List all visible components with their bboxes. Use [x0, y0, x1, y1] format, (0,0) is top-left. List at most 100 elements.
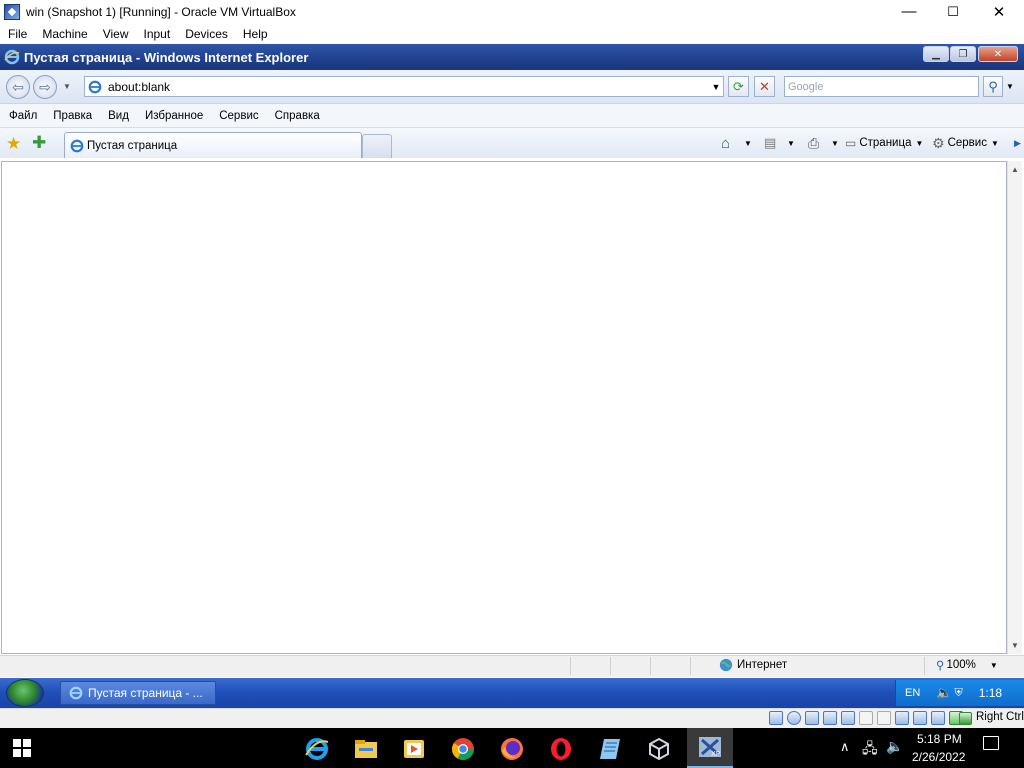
page-menu-button[interactable]: ▭ Страница ▼ [845, 134, 923, 152]
address-input[interactable]: about:blank [108, 80, 709, 94]
taskbar-virtualbox-icon[interactable] [642, 732, 676, 766]
taskbar-internet-explorer-icon[interactable] [300, 732, 334, 766]
taskbar-notepad-icon[interactable] [593, 732, 627, 766]
clipboard-icon[interactable] [913, 711, 927, 725]
feeds-dropdown-icon[interactable]: ▼ [787, 134, 795, 152]
address-dropdown-icon[interactable]: ▼ [709, 82, 723, 92]
usb-icon[interactable] [841, 711, 855, 725]
tray-volume-icon[interactable]: 🔈 [886, 738, 903, 755]
home-icon[interactable]: ⌂ [721, 134, 730, 152]
ie-minimize-button[interactable]: ▁ [923, 46, 949, 62]
ie-menu-tools[interactable]: Сервис [219, 110, 258, 122]
taskbar-chrome-icon[interactable] [446, 732, 480, 766]
scroll-down-icon[interactable]: ▼ [1011, 641, 1019, 650]
vbox-maximize-button[interactable]: ☐ [930, 0, 976, 23]
vbox-menu-input[interactable]: Input [144, 27, 171, 41]
taskbar-opera-icon[interactable] [544, 732, 578, 766]
back-arrow-icon[interactable]: ⇦ [6, 75, 30, 99]
ie-close-button[interactable]: ✕ [978, 46, 1018, 62]
ie-status-bar [0, 655, 1024, 677]
vbox-window-title: win (Snapshot 1) [Running] - Oracle VM V… [26, 4, 296, 19]
tray-network-icon[interactable]: 🖧 [862, 738, 878, 762]
vbox-menu-file[interactable]: File [8, 27, 27, 41]
xp-network-icon[interactable]: ⛨ [954, 687, 962, 700]
shared-folders-icon[interactable] [859, 711, 873, 725]
page-menu-label: Страница [859, 137, 912, 149]
xp-clock: 1:18 [978, 686, 1003, 700]
taskbar-virtualbox-xp-icon[interactable]: XP [687, 728, 733, 768]
ie-menu-edit[interactable]: Правка [53, 110, 92, 122]
print-icon[interactable]: ⎙ [808, 134, 819, 152]
xp-start-button[interactable] [6, 679, 44, 707]
display-icon[interactable] [877, 711, 891, 725]
recording-icon[interactable] [895, 711, 909, 725]
hard-disk-icon[interactable] [769, 711, 783, 725]
status-divider [650, 657, 651, 675]
new-tab-button[interactable] [362, 134, 392, 158]
add-favorites-icon[interactable]: ✚ [32, 133, 46, 153]
vbox-menu-devices[interactable]: Devices [185, 27, 228, 41]
status-divider [570, 657, 571, 675]
taskbar-file-explorer-icon[interactable] [349, 732, 383, 766]
toolbar-overflow-icon[interactable]: ▶ [1014, 134, 1021, 152]
stop-icon[interactable]: ✕ [754, 76, 775, 97]
audio-icon[interactable] [805, 711, 819, 725]
vbox-menu-machine[interactable]: Machine [42, 27, 87, 41]
ie-menu-bar: Файл Правка Вид Избранное Сервис Справка [0, 104, 1024, 128]
vbox-menu-view[interactable]: View [103, 27, 129, 41]
xp-system-tray: EN 🔈 ⛨ 1:18 [895, 680, 1024, 706]
tools-menu-button[interactable]: ⚙ Сервис ▼ [932, 134, 999, 152]
page-content[interactable] [1, 161, 1007, 654]
address-bar[interactable]: about:blank ▼ [84, 76, 724, 97]
security-zone: Интернет [719, 658, 787, 672]
tab-blank-page[interactable]: Пустая страница [64, 132, 362, 158]
system-clock-time[interactable]: 5:18 PM [917, 732, 962, 746]
windows-start-icon[interactable] [13, 739, 31, 757]
search-options-dropdown-icon[interactable]: ▼ [1006, 82, 1014, 91]
scroll-up-icon[interactable]: ▲ [1011, 165, 1019, 174]
notifications-icon[interactable] [983, 736, 999, 750]
svg-text:XP: XP [711, 750, 720, 758]
ie-menu-view[interactable]: Вид [108, 110, 129, 122]
refresh-icon[interactable]: ⟳ [728, 76, 749, 97]
xp-language-indicator[interactable]: EN [905, 687, 920, 699]
forward-arrow-icon[interactable]: ⇨ [33, 75, 57, 99]
history-dropdown-icon[interactable]: ▼ [63, 82, 71, 91]
taskbar-media-player-icon[interactable] [397, 732, 431, 766]
network-adapter-icon[interactable] [823, 711, 837, 725]
favorites-star-icon[interactable]: ★ [6, 134, 21, 154]
zoom-control[interactable]: ⚲ 100% ▼ [936, 658, 998, 672]
home-dropdown-icon[interactable]: ▼ [744, 134, 752, 152]
ie-restore-button[interactable]: ❐ [950, 46, 976, 62]
ie-title-bar: Пустая страница - Windows Internet Explo… [0, 44, 1024, 70]
zoom-dropdown-icon[interactable]: ▼ [990, 661, 998, 670]
ie-menu-file[interactable]: Файл [9, 110, 37, 122]
system-clock-date[interactable]: 2/26/2022 [912, 750, 965, 764]
status-divider [690, 657, 691, 675]
gear-icon: ⚙ [932, 134, 945, 151]
page-ie-icon [88, 80, 102, 94]
vertical-scrollbar[interactable]: ▲ ▼ [1007, 161, 1022, 654]
ie-menu-help[interactable]: Справка [275, 110, 320, 122]
host-key-label: Right Ctrl [976, 711, 1024, 723]
xp-volume-icon[interactable]: 🔈 [936, 685, 952, 701]
vbox-close-button[interactable]: ✕ [976, 0, 1022, 23]
taskbar-firefox-icon[interactable] [495, 732, 529, 766]
xp-task-label: Пустая страница - ... [88, 686, 203, 700]
ie-menu-favorites[interactable]: Избранное [145, 110, 203, 122]
vbox-menu-help[interactable]: Help [243, 27, 268, 41]
tray-overflow-chevron-icon[interactable]: ∧ [840, 739, 850, 755]
vbox-minimize-button[interactable]: — [886, 0, 932, 23]
feeds-icon[interactable]: ▤ [764, 134, 776, 152]
status-divider [924, 657, 925, 675]
status-divider [610, 657, 611, 675]
search-icon[interactable]: ⚲ [983, 76, 1003, 97]
page-icon: ▭ [845, 136, 857, 150]
xp-taskbar-ie-button[interactable]: Пустая страница - ... [60, 681, 216, 705]
keyboard-capture-icon[interactable] [959, 712, 972, 725]
optical-drive-icon[interactable] [787, 711, 801, 725]
search-input[interactable]: Google [784, 76, 979, 97]
cpu-icon[interactable] [931, 711, 945, 725]
globe-icon [719, 658, 733, 672]
print-dropdown-icon[interactable]: ▼ [831, 134, 839, 152]
